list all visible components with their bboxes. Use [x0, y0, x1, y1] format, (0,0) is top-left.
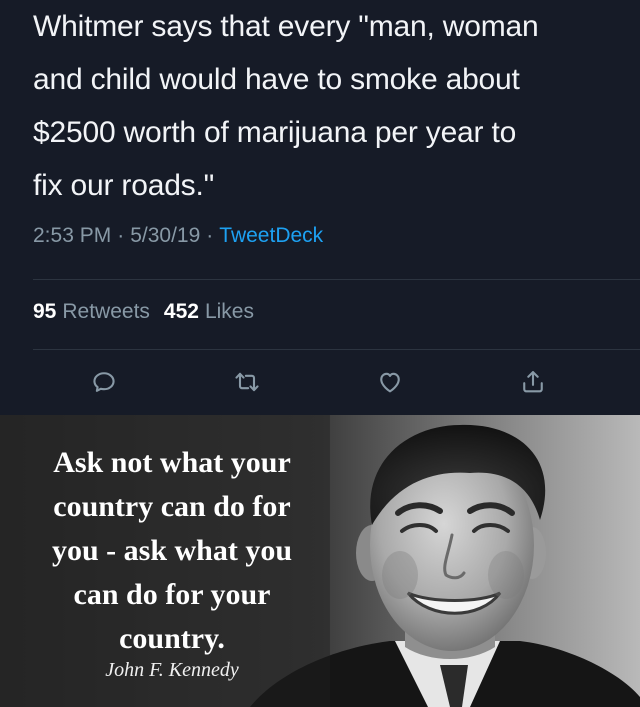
- tweet-text-line: Whitmer says that every "man, woman: [33, 10, 539, 43]
- tweet-stats: 95 Retweets 452 Likes: [33, 300, 268, 324]
- tweet-time: 2:53 PM: [33, 224, 112, 247]
- share-button[interactable]: [513, 362, 553, 402]
- tweet: Whitmer says that every "man, woman and …: [0, 0, 640, 415]
- retweets-count: 95: [33, 300, 57, 323]
- speech-bubble-icon: [93, 372, 115, 392]
- likes-label: Likes: [204, 300, 254, 323]
- retweet-arrows-icon: [235, 372, 259, 392]
- tweet-text-line: and child would have to smoke about: [33, 63, 520, 96]
- quote-line: country.: [119, 622, 225, 655]
- likes-count: 452: [163, 300, 199, 323]
- likes-stat[interactable]: 452 Likes: [164, 300, 268, 323]
- heart-icon: [380, 372, 400, 393]
- tweet-timestamp: 2:53 PM · 5/30/19 · TweetDeck: [33, 224, 323, 248]
- tweet-text: Whitmer says that every "man, woman and …: [33, 0, 628, 212]
- quote-line: can do for your: [73, 578, 271, 611]
- divider: [33, 349, 640, 350]
- quote-text: Ask not what your country can do for you…: [22, 441, 322, 661]
- share-upload-icon: [523, 371, 543, 393]
- tweet-actions: [0, 362, 640, 402]
- tweet-source-link[interactable]: TweetDeck: [219, 224, 323, 247]
- quote-line: you - ask what you: [51, 534, 293, 567]
- tweet-date: 5/30/19: [130, 224, 201, 247]
- tweet-text-line: fix our roads.": [33, 169, 215, 202]
- tweet-text-line: $2500 worth of marijuana per year to: [33, 116, 517, 149]
- quote-author: John F. Kennedy: [105, 659, 239, 681]
- retweets-label: Retweets: [62, 300, 150, 323]
- like-button[interactable]: [370, 362, 410, 402]
- meta-separator: ·: [117, 224, 125, 247]
- reply-button[interactable]: [84, 362, 124, 402]
- quote-image: Ask not what your country can do for you…: [0, 415, 640, 707]
- meta-separator: ·: [206, 224, 214, 247]
- quote-line: Ask not what your: [53, 446, 291, 479]
- screenshot: Whitmer says that every "man, woman and …: [0, 0, 640, 707]
- divider: [33, 279, 640, 280]
- quote-line: country can do for: [53, 490, 291, 523]
- retweets-stat[interactable]: 95 Retweets: [33, 300, 164, 323]
- retweet-button[interactable]: [227, 362, 267, 402]
